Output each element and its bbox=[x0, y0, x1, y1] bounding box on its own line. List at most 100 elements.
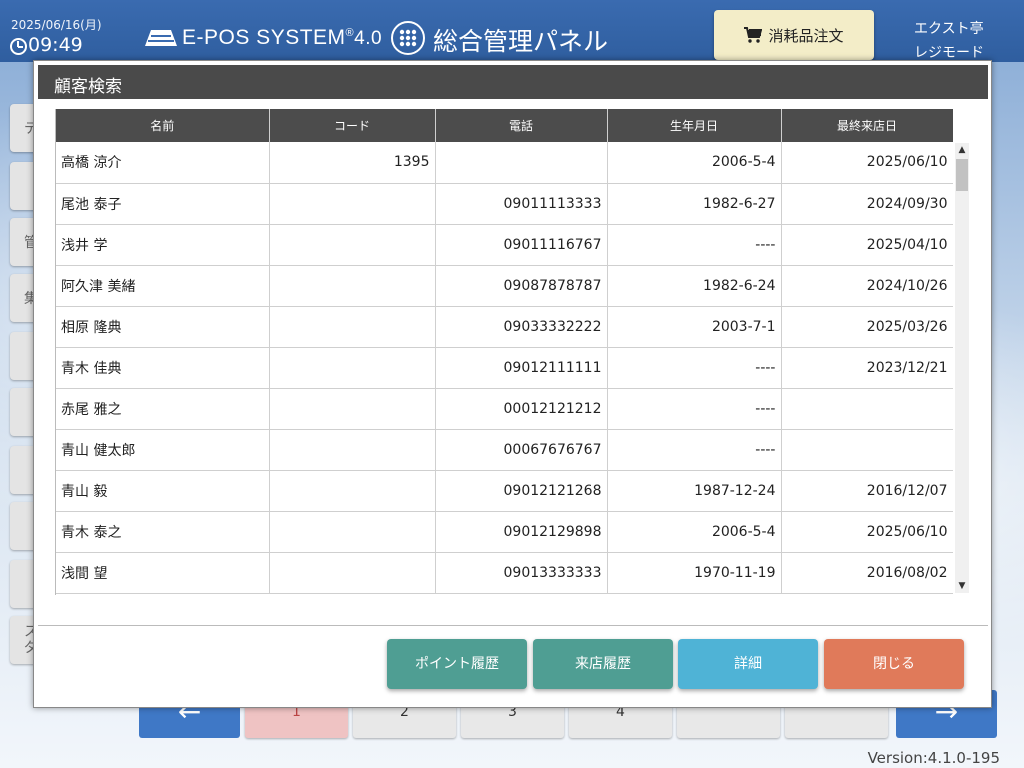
scroll-thumb[interactable] bbox=[956, 159, 968, 191]
cell-birthday: 2003-7-1 bbox=[607, 306, 782, 348]
cell-birthday: 1970-11-19 bbox=[607, 552, 782, 594]
cell-name: 尾池 泰子 bbox=[56, 183, 270, 225]
cell-name: 青山 毅 bbox=[56, 470, 270, 512]
cell-phone: 09012129898 bbox=[435, 511, 608, 553]
cell-last-visit: 2023/12/21 bbox=[781, 347, 953, 389]
current-date: 2025/06/16(月) bbox=[11, 18, 102, 32]
supplies-order-label: 消耗品注文 bbox=[768, 26, 844, 45]
cell-name: 青木 泰之 bbox=[56, 511, 270, 553]
cell-phone: 09087878787 bbox=[435, 265, 608, 307]
cell-last-visit: 2025/06/10 bbox=[781, 511, 953, 553]
table-header-row: 名前 コード 電話 生年月日 最終来店日 bbox=[56, 109, 953, 142]
table-row[interactable]: 高橋 涼介 1395 2006-5-4 2025/06/10 bbox=[56, 142, 953, 184]
cell-code bbox=[269, 429, 436, 471]
table-row[interactable]: 浅井 学 09011116767 ---- 2025/04/10 bbox=[56, 224, 953, 266]
cell-phone: 09012121268 bbox=[435, 470, 608, 512]
cell-code: 1395 bbox=[269, 142, 436, 184]
cell-last-visit: 2016/08/02 bbox=[781, 552, 953, 594]
cell-birthday: ---- bbox=[607, 429, 782, 471]
cell-name: 青山 健太郎 bbox=[56, 429, 270, 471]
visit-history-button[interactable]: 来店履歴 bbox=[533, 639, 673, 689]
cell-birthday: ---- bbox=[607, 224, 782, 266]
cell-phone: 00012121212 bbox=[435, 388, 608, 430]
scroll-down-arrow-icon[interactable]: ▼ bbox=[955, 579, 969, 593]
cell-name: 高橋 涼介 bbox=[56, 142, 270, 184]
column-header-birthday[interactable]: 生年月日 bbox=[607, 109, 782, 142]
table-row[interactable]: 青木 泰之 09012129898 2006-5-4 2025/06/10 bbox=[56, 511, 953, 553]
table-row[interactable]: 浅間 望 09013333333 1970-11-19 2016/08/02 bbox=[56, 552, 953, 594]
clock-icon bbox=[10, 38, 27, 55]
cell-name: 赤尾 雅之 bbox=[56, 388, 270, 430]
panel-title: 総合管理パネル bbox=[433, 27, 609, 56]
current-time: 09:49 bbox=[28, 34, 83, 56]
cell-code bbox=[269, 552, 436, 594]
brand-logo-icon bbox=[145, 30, 177, 46]
table-scrollbar[interactable]: ▲ ▼ bbox=[955, 143, 969, 593]
details-button[interactable]: 詳細 bbox=[678, 639, 818, 689]
cell-code bbox=[269, 388, 436, 430]
cell-phone: 09012111111 bbox=[435, 347, 608, 389]
grid-menu-icon[interactable] bbox=[391, 21, 425, 55]
cell-phone: 09033332222 bbox=[435, 306, 608, 348]
cell-code bbox=[269, 265, 436, 307]
table-row[interactable]: 相原 隆典 09033332222 2003-7-1 2025/03/26 bbox=[56, 306, 953, 348]
cell-birthday: 1987-12-24 bbox=[607, 470, 782, 512]
table-row[interactable]: 尾池 泰子 09011113333 1982-6-27 2024/09/30 bbox=[56, 183, 953, 225]
supplies-order-button[interactable]: 消耗品注文 bbox=[714, 10, 874, 60]
table-row[interactable]: 青山 毅 09012121268 1987-12-24 2016/12/07 bbox=[56, 470, 953, 512]
cell-birthday: ---- bbox=[607, 388, 782, 430]
column-header-phone[interactable]: 電話 bbox=[435, 109, 608, 142]
cell-last-visit: 2024/10/26 bbox=[781, 265, 953, 307]
app-header: 2025/06/16(月) 09:49 E-POS SYSTEM®4.0 総合管… bbox=[0, 0, 1024, 62]
cell-birthday: ---- bbox=[607, 347, 782, 389]
cell-name: 阿久津 美緒 bbox=[56, 265, 270, 307]
column-header-last-visit[interactable]: 最終来店日 bbox=[781, 109, 953, 142]
cart-icon bbox=[744, 27, 763, 43]
cell-code bbox=[269, 347, 436, 389]
column-header-name[interactable]: 名前 bbox=[56, 109, 270, 142]
points-history-button[interactable]: ポイント履歴 bbox=[387, 639, 527, 689]
scroll-up-arrow-icon[interactable]: ▲ bbox=[955, 143, 969, 157]
store-name: エクスト亭 bbox=[914, 21, 984, 37]
cell-last-visit: 2024/09/30 bbox=[781, 183, 953, 225]
cell-name: 青木 佳典 bbox=[56, 347, 270, 389]
cell-birthday: 1982-6-27 bbox=[607, 183, 782, 225]
cell-code bbox=[269, 470, 436, 512]
table-row[interactable]: 赤尾 雅之 00012121212 ---- bbox=[56, 388, 953, 430]
cell-birthday: 2006-5-4 bbox=[607, 511, 782, 553]
table-row[interactable]: 阿久津 美緒 09087878787 1982-6-24 2024/10/26 bbox=[56, 265, 953, 307]
table-row[interactable]: 青山 健太郎 00067676767 ---- bbox=[56, 429, 953, 471]
cell-last-visit: 2025/03/26 bbox=[781, 306, 953, 348]
cell-code bbox=[269, 183, 436, 225]
customer-table-container[interactable]: 名前 コード 電話 生年月日 最終来店日 高橋 涼介 1395 2006-5-4 20… bbox=[55, 109, 953, 595]
cell-name: 浅井 学 bbox=[56, 224, 270, 266]
mode-label: レジモード bbox=[914, 45, 984, 61]
cell-phone: 00067676767 bbox=[435, 429, 608, 471]
cell-last-visit: 2025/06/10 bbox=[781, 142, 953, 184]
cell-name: 浅間 望 bbox=[56, 552, 270, 594]
cell-phone: 09011116767 bbox=[435, 224, 608, 266]
table-row[interactable]: 青木 佳典 09012111111 ---- 2023/12/21 bbox=[56, 347, 953, 389]
cell-code bbox=[269, 306, 436, 348]
table-body: 高橋 涼介 1395 2006-5-4 2025/06/10 尾池 泰子 09011113… bbox=[56, 142, 953, 594]
cell-last-visit bbox=[781, 388, 953, 430]
brand-name: E-POS SYSTEM®4.0 bbox=[182, 26, 383, 49]
cell-birthday: 1982-6-24 bbox=[607, 265, 782, 307]
cell-last-visit bbox=[781, 429, 953, 471]
column-header-code[interactable]: コード bbox=[269, 109, 436, 142]
cell-phone bbox=[435, 142, 608, 184]
dialog-title: 顧客検索 bbox=[38, 65, 988, 99]
version-label: Version:4.1.0-195 bbox=[867, 749, 1000, 767]
cell-phone: 09011113333 bbox=[435, 183, 608, 225]
cell-code bbox=[269, 511, 436, 553]
cell-birthday: 2006-5-4 bbox=[607, 142, 782, 184]
customer-table: 名前 コード 電話 生年月日 最終来店日 高橋 涼介 1395 2006-5-4 20… bbox=[56, 109, 953, 594]
cell-last-visit: 2025/04/10 bbox=[781, 224, 953, 266]
customer-search-dialog: 顧客検索 名前 コード 電話 生年月日 最終来店日 高橋 涼介 1395 2006-… bbox=[33, 60, 992, 708]
divider bbox=[38, 625, 988, 626]
cell-name: 相原 隆典 bbox=[56, 306, 270, 348]
cell-code bbox=[269, 224, 436, 266]
cell-last-visit: 2016/12/07 bbox=[781, 470, 953, 512]
cell-phone: 09013333333 bbox=[435, 552, 608, 594]
close-button[interactable]: 閉じる bbox=[824, 639, 964, 689]
